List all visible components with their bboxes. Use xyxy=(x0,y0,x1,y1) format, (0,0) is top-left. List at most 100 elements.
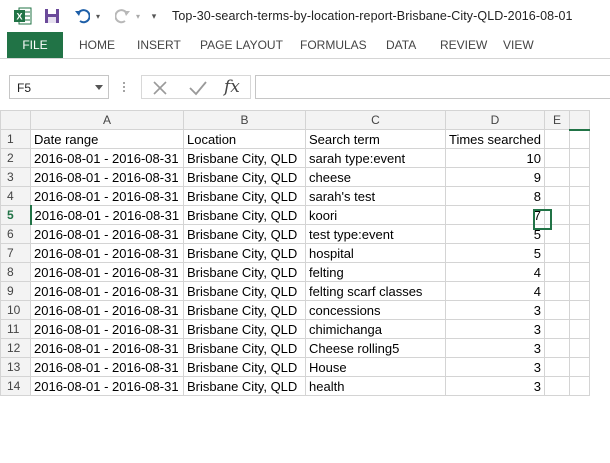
table-cell[interactable] xyxy=(544,186,570,206)
table-cell[interactable]: Brisbane City, QLD xyxy=(183,148,306,168)
tab-page-layout[interactable]: PAGE LAYOUT xyxy=(200,32,283,58)
table-cell[interactable]: 2016-08-01 - 2016-08-31 xyxy=(30,300,184,320)
row-header[interactable]: 9 xyxy=(0,281,31,301)
table-cell[interactable]: felting scarf classes xyxy=(305,281,446,301)
table-cell[interactable]: Brisbane City, QLD xyxy=(183,167,306,187)
table-cell[interactable] xyxy=(569,243,590,263)
select-all-corner[interactable] xyxy=(0,110,31,130)
table-cell[interactable] xyxy=(544,376,570,396)
customize-icon[interactable]: ▾ xyxy=(148,6,160,26)
table-cell[interactable] xyxy=(569,376,590,396)
table-cell[interactable] xyxy=(544,262,570,282)
table-cell[interactable]: concessions xyxy=(305,300,446,320)
table-cell[interactable] xyxy=(569,338,590,358)
table-cell[interactable] xyxy=(569,262,590,282)
table-cell[interactable]: 4 xyxy=(445,262,545,282)
table-cell[interactable]: 3 xyxy=(445,376,545,396)
table-cell[interactable]: felting xyxy=(305,262,446,282)
table-cell[interactable]: Brisbane City, QLD xyxy=(183,186,306,206)
table-cell[interactable] xyxy=(569,205,590,225)
table-cell[interactable] xyxy=(544,319,570,339)
table-cell[interactable]: cheese xyxy=(305,167,446,187)
table-cell[interactable]: 3 xyxy=(445,300,545,320)
undo-dropdown-icon[interactable]: ▾ xyxy=(93,6,103,26)
redo-icon[interactable] xyxy=(113,6,133,26)
table-cell[interactable]: test type:event xyxy=(305,224,446,244)
table-cell[interactable] xyxy=(544,338,570,358)
row-header[interactable]: 14 xyxy=(0,376,31,396)
table-cell[interactable]: health xyxy=(305,376,446,396)
column-header-c[interactable]: C xyxy=(305,110,446,130)
table-cell[interactable]: Brisbane City, QLD xyxy=(183,338,306,358)
table-cell[interactable] xyxy=(569,300,590,320)
row-header[interactable]: 12 xyxy=(0,338,31,358)
table-cell[interactable]: Brisbane City, QLD xyxy=(183,243,306,263)
cancel-icon[interactable] xyxy=(151,79,169,102)
table-cell[interactable]: 3 xyxy=(445,357,545,377)
table-cell[interactable] xyxy=(544,300,570,320)
table-cell[interactable]: 2016-08-01 - 2016-08-31 xyxy=(30,376,184,396)
row-header[interactable]: 8 xyxy=(0,262,31,282)
table-cell[interactable] xyxy=(544,129,570,149)
table-cell[interactable]: 4 xyxy=(445,281,545,301)
table-cell[interactable]: Cheese rolling5 xyxy=(305,338,446,358)
table-cell[interactable] xyxy=(569,186,590,206)
table-cell[interactable] xyxy=(544,243,570,263)
table-cell[interactable] xyxy=(544,281,570,301)
tab-insert[interactable]: INSERT xyxy=(137,32,181,58)
table-cell[interactable] xyxy=(569,357,590,377)
row-header[interactable]: 11 xyxy=(0,319,31,339)
column-header-d[interactable]: D xyxy=(445,110,545,130)
table-cell[interactable]: 2016-08-01 - 2016-08-31 xyxy=(30,205,184,225)
column-header-a[interactable]: A xyxy=(30,110,184,130)
table-cell[interactable] xyxy=(569,319,590,339)
table-cell[interactable]: 2016-08-01 - 2016-08-31 xyxy=(30,243,184,263)
tab-formulas[interactable]: FORMULAS xyxy=(300,32,367,58)
table-cell[interactable]: 5 xyxy=(445,224,545,244)
table-cell[interactable]: Brisbane City, QLD xyxy=(183,319,306,339)
table-cell[interactable]: Brisbane City, QLD xyxy=(183,205,306,225)
column-header-e[interactable]: E xyxy=(544,110,570,130)
table-cell[interactable]: koori xyxy=(305,205,446,225)
name-box[interactable]: F5 xyxy=(9,75,109,99)
table-cell[interactable]: sarah's test xyxy=(305,186,446,206)
table-cell[interactable] xyxy=(569,167,590,187)
tab-file[interactable]: FILE xyxy=(7,32,63,58)
table-cell[interactable]: 2016-08-01 - 2016-08-31 xyxy=(30,357,184,377)
table-cell[interactable] xyxy=(569,148,590,168)
table-cell[interactable] xyxy=(569,129,590,149)
table-cell[interactable]: Brisbane City, QLD xyxy=(183,300,306,320)
row-header[interactable]: 5 xyxy=(0,205,32,225)
formula-input[interactable] xyxy=(255,75,610,99)
table-cell[interactable]: hospital xyxy=(305,243,446,263)
table-cell[interactable]: Brisbane City, QLD xyxy=(183,357,306,377)
table-cell[interactable]: 8 xyxy=(445,186,545,206)
row-header[interactable]: 1 xyxy=(0,129,31,149)
enter-icon[interactable] xyxy=(188,79,208,102)
row-header[interactable]: 3 xyxy=(0,167,31,187)
table-cell[interactable]: 9 xyxy=(445,167,545,187)
tab-data[interactable]: DATA xyxy=(386,32,416,58)
tab-home[interactable]: HOME xyxy=(79,32,115,58)
chevron-down-icon[interactable] xyxy=(95,85,103,90)
table-cell[interactable]: 2016-08-01 - 2016-08-31 xyxy=(30,186,184,206)
table-cell[interactable]: 10 xyxy=(445,148,545,168)
row-header[interactable]: 4 xyxy=(0,186,31,206)
table-cell[interactable]: 2016-08-01 - 2016-08-31 xyxy=(30,281,184,301)
table-cell[interactable]: Times searched xyxy=(445,129,545,149)
table-cell[interactable] xyxy=(544,148,570,168)
table-cell[interactable]: sarah type:event xyxy=(305,148,446,168)
table-cell[interactable]: 2016-08-01 - 2016-08-31 xyxy=(30,167,184,187)
table-cell[interactable]: 5 xyxy=(445,243,545,263)
table-cell[interactable]: Brisbane City, QLD xyxy=(183,262,306,282)
row-header[interactable]: 6 xyxy=(0,224,31,244)
table-cell[interactable]: 3 xyxy=(445,338,545,358)
active-cell-cursor[interactable] xyxy=(533,209,552,230)
table-cell[interactable]: House xyxy=(305,357,446,377)
redo-dropdown-icon[interactable]: ▾ xyxy=(133,6,143,26)
table-cell[interactable]: Date range xyxy=(30,129,184,149)
insert-function-button[interactable]: fx xyxy=(224,77,240,97)
table-cell[interactable]: 2016-08-01 - 2016-08-31 xyxy=(30,338,184,358)
undo-icon[interactable] xyxy=(72,6,92,26)
table-cell[interactable]: 2016-08-01 - 2016-08-31 xyxy=(30,224,184,244)
